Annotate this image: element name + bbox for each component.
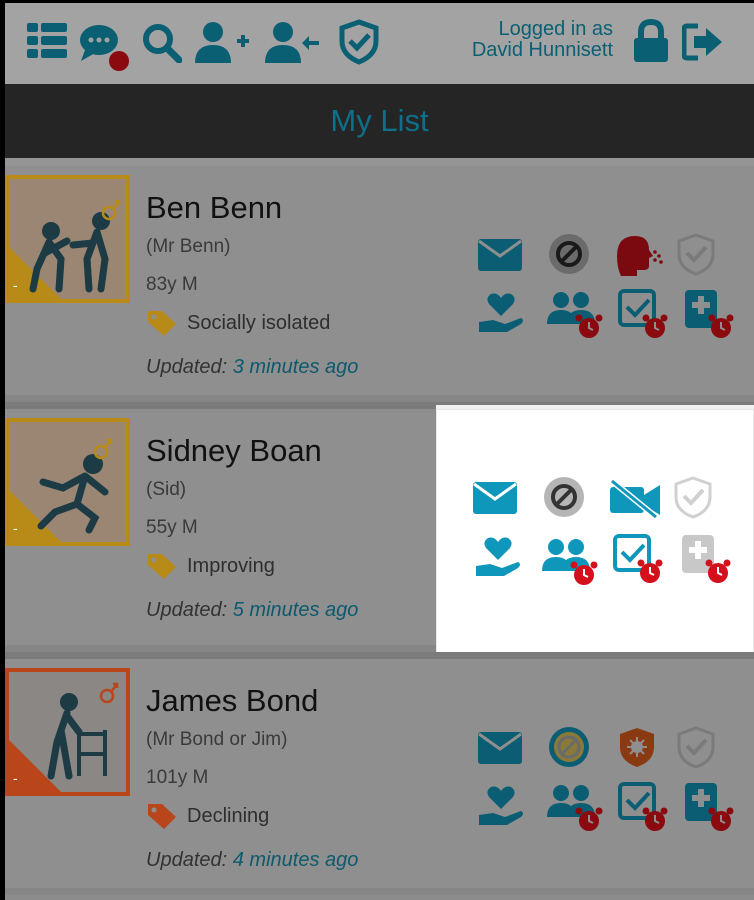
medical-record-alarm-icon[interactable] [683,781,735,833]
team-alarm-icon[interactable] [545,290,603,340]
walking-frame-icon [47,682,119,780]
updated-label: Updated: [146,356,228,378]
patient-avatar: - [5,668,130,796]
message-icon[interactable] [477,731,523,765]
patient-actions-panel [436,409,754,653]
team-alarm-icon[interactable] [545,783,603,833]
patient-nickname: (Sid) [146,479,187,500]
list-top-divider [5,158,754,166]
patient-card[interactable]: - Ben Benn (Mr Benn) 83y M Socially isol… [5,166,754,402]
running-person-icon [37,438,113,534]
medical-record-alarm-icon[interactable] [683,288,735,340]
tag-label: Socially isolated [187,312,331,334]
block-status-icon[interactable] [542,475,586,519]
transfer-user-icon[interactable] [265,21,321,65]
top-toolbar: Logged in as David Hunnisett [5,3,754,84]
search-icon[interactable] [142,23,182,63]
patient-age-sex: 101y M [146,767,209,788]
patient-age-sex: 83y M [146,274,198,295]
last-updated: Updated: 5 minutes ago [146,599,358,622]
patient-avatar: - [5,418,130,546]
care-icon[interactable] [474,534,522,580]
patient-actions [475,725,735,845]
logout-icon[interactable] [682,23,724,61]
add-user-icon[interactable] [195,21,251,65]
patient-name[interactable]: Ben Benn [146,190,282,226]
chat-icon[interactable] [79,23,135,73]
patient-actions [475,232,735,352]
list-icon[interactable] [27,23,67,59]
shield-check-icon[interactable] [675,725,717,769]
video-off-icon[interactable] [608,479,662,519]
updated-label: Updated: [146,849,228,871]
logged-in-username: David Hunnisett [471,39,613,61]
tag-label: Improving [187,555,275,577]
care-icon[interactable] [477,290,525,336]
logged-in-status: Logged in as David Hunnisett [441,19,613,61]
last-updated: Updated: 4 minutes ago [146,849,358,872]
message-icon[interactable] [477,238,523,272]
cough-icon[interactable] [613,232,665,276]
tag-icon [148,554,176,579]
block-status-icon[interactable] [547,232,591,276]
block-status-icon[interactable] [547,725,591,769]
patient-avatar: - [5,175,130,303]
shield-check-icon[interactable] [672,475,714,519]
list-divider [5,652,754,659]
patient-age-sex: 55y M [146,517,198,538]
shield-check-icon[interactable] [338,19,380,65]
updated-time: 3 minutes ago [232,356,359,378]
tag-icon [148,311,176,336]
medical-record-alarm-icon[interactable] [680,533,732,585]
tag-icon [148,804,176,829]
task-alarm-icon[interactable] [617,288,669,340]
patient-name[interactable]: James Bond [146,683,318,719]
last-updated: Updated: 3 minutes ago [146,356,358,379]
virus-shield-icon[interactable] [615,725,659,769]
tag-label: Declining [187,805,270,827]
updated-label: Updated: [146,599,228,621]
care-icon[interactable] [477,783,525,829]
task-alarm-icon[interactable] [617,781,669,833]
patient-name[interactable]: Sidney Boan [146,433,322,469]
title-bar: My List [5,84,754,158]
lock-icon[interactable] [632,19,670,63]
shield-check-icon[interactable] [675,232,717,276]
message-icon[interactable] [472,481,518,515]
logged-in-label: Logged in as [498,18,613,40]
task-alarm-icon[interactable] [612,533,664,585]
updated-time: 4 minutes ago [232,849,359,871]
team-alarm-icon[interactable] [540,537,598,587]
patient-nickname: (Mr Benn) [146,236,231,257]
patient-card[interactable]: - James Bond (Mr Bond or Jim) 101y M Dec… [5,659,754,895]
patient-nickname: (Mr Bond or Jim) [146,729,288,750]
assisted-walking-icon [29,199,121,293]
page-title: My List [330,103,429,138]
updated-time: 5 minutes ago [232,599,359,621]
